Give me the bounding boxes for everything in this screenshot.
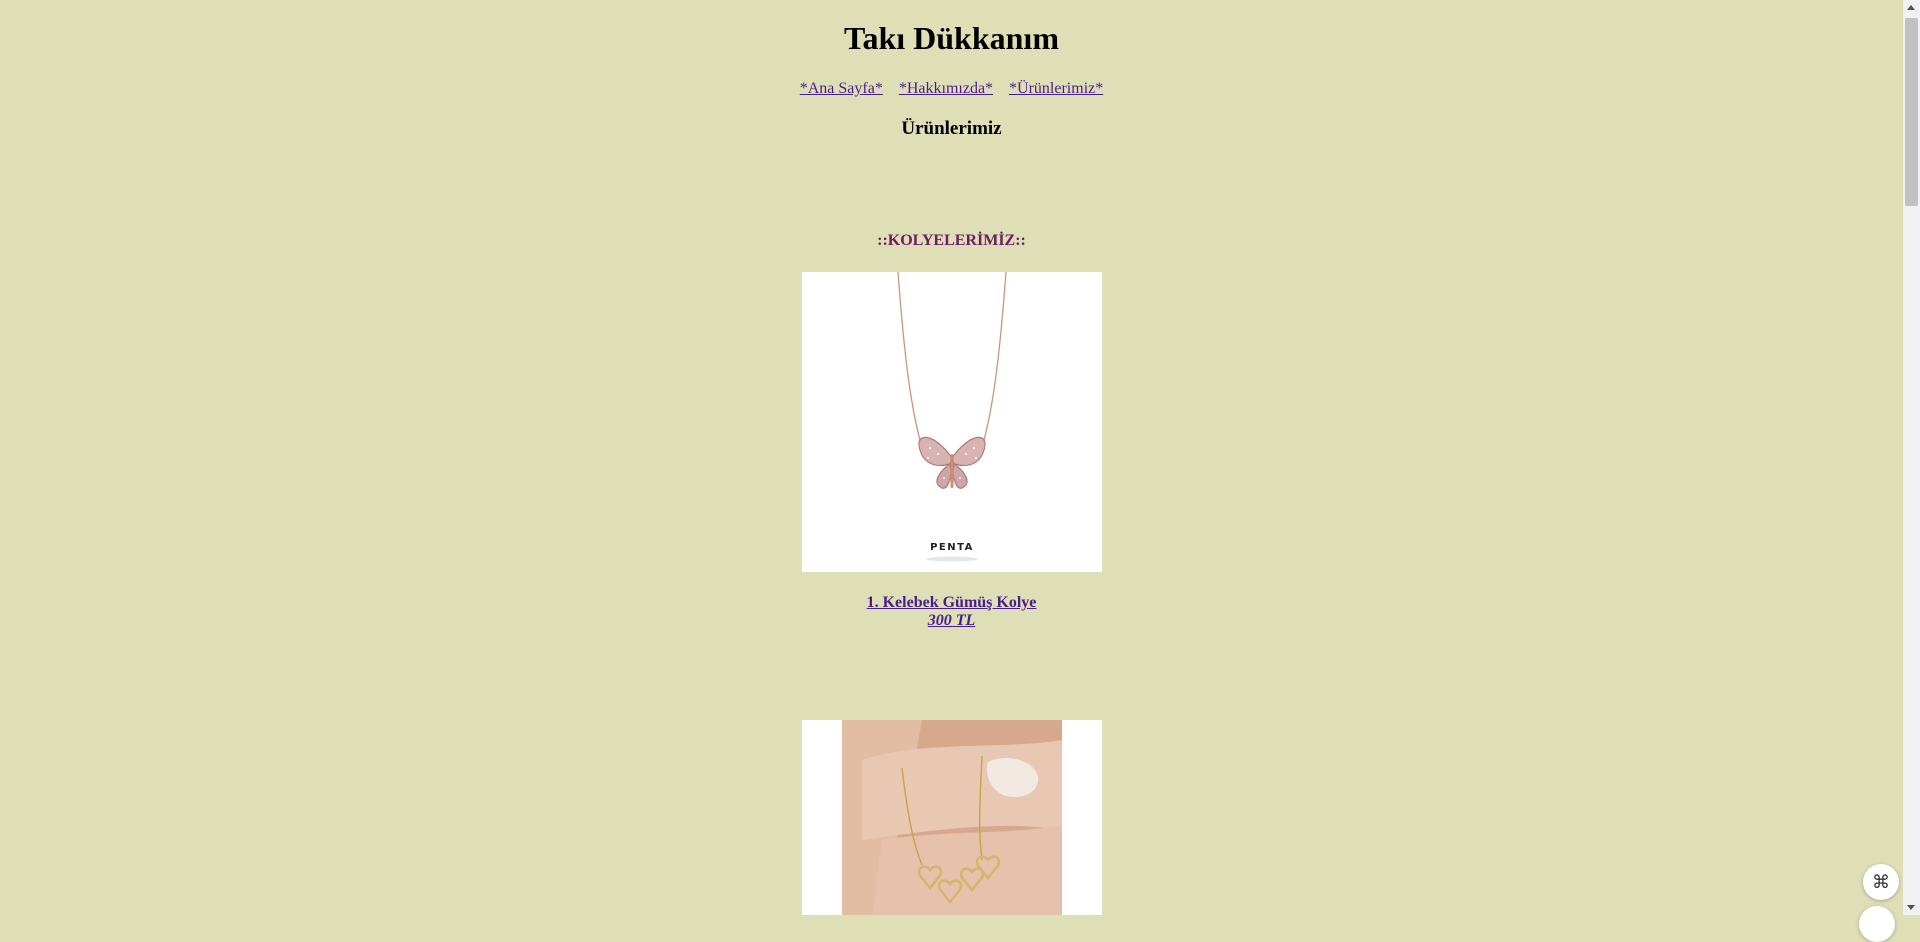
- nav-link-about[interactable]: *Hakkımızda*: [899, 80, 993, 97]
- scroll-up-arrow-icon[interactable]: [1907, 5, 1915, 10]
- butterfly-necklace-illustration: PENTA: [897, 272, 1007, 562]
- page: Takı Dükkanım *Ana Sayfa* *Hakkımızda* *…: [0, 0, 1903, 915]
- site-title: Takı Dükkanım: [844, 20, 1059, 56]
- product-price-link[interactable]: 300 TL: [0, 612, 1903, 630]
- nav-link-products[interactable]: *Ürünlerimiz*: [1009, 80, 1103, 97]
- scrollbar-thumb[interactable]: [1905, 18, 1918, 206]
- brand-watermark: PENTA: [930, 542, 974, 553]
- page-heading: Ürünlerimiz: [901, 118, 1002, 139]
- product-image-butterfly-necklace[interactable]: PENTA: [802, 272, 1102, 572]
- product-name-link[interactable]: 1. Kelebek Gümüş Kolye: [0, 594, 1903, 612]
- product-image-heart-necklace[interactable]: [802, 720, 1102, 915]
- scroll-down-arrow-icon[interactable]: [1907, 905, 1915, 910]
- category-heading: ::KOLYELERİMİZ::: [877, 232, 1026, 249]
- command-icon[interactable]: ⌘: [1863, 864, 1899, 900]
- vertical-scrollbar[interactable]: [1903, 0, 1920, 915]
- heart-necklace-illustration: [842, 720, 1062, 915]
- main-nav: *Ana Sayfa* *Hakkımızda* *Ürünlerimiz*: [0, 79, 1903, 99]
- nav-link-home[interactable]: *Ana Sayfa*: [800, 80, 883, 97]
- floating-action-button[interactable]: [1859, 906, 1895, 942]
- product-caption: 1. Kelebek Gümüş Kolye 300 TL: [0, 594, 1903, 630]
